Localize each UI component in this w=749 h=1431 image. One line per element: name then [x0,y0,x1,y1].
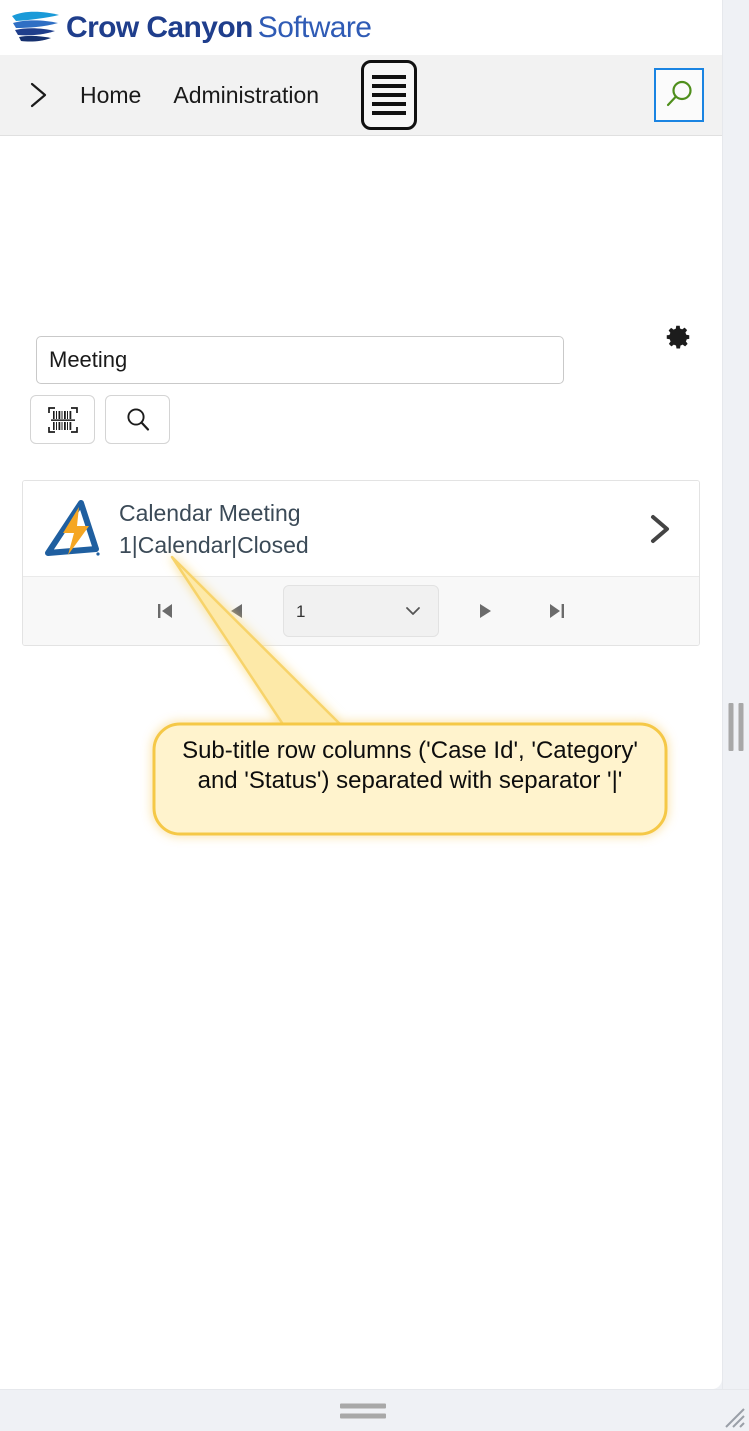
hamburger-line [372,75,407,79]
magnifier-icon [666,80,692,107]
search-input[interactable] [36,336,564,384]
brand-word-canyon: Canyon [146,10,253,44]
callout-shape [152,555,668,836]
brand-header: Crow Canyon Software [0,0,722,55]
gear-icon [666,325,690,349]
previous-page-button[interactable] [201,589,273,633]
search-field-wrapper [36,336,564,384]
magnifier-icon [126,407,149,431]
nav-link-home[interactable]: Home [80,82,141,109]
list-item-title: Calendar Meeting [119,499,301,526]
right-splitter-strip [722,0,749,1389]
grip-bar [728,703,734,751]
next-page-button[interactable] [449,589,521,633]
pagination-bar: 1 [23,577,699,645]
page-select[interactable]: 1 [283,585,439,637]
page-select-wrapper: 1 [283,585,439,637]
lightning-bolt-triangle-icon [45,499,100,556]
global-search-button[interactable] [654,68,704,122]
grip-bar [738,703,744,751]
horizontal-grip-icon[interactable] [340,1403,386,1418]
barcode-scanner-icon [47,406,78,433]
callout-text: Sub-title row columns ('Case Id', 'Categ… [182,737,638,794]
grip-bar [340,1413,386,1418]
hamburger-line [372,102,407,106]
last-page-button[interactable] [521,589,593,633]
hamburger-line [372,84,407,88]
brand-title: Crow Canyon Software [66,10,372,44]
first-page-icon [158,604,172,618]
previous-page-icon [231,604,242,618]
last-page-icon [550,604,564,618]
barcode-scan-button[interactable] [30,395,95,444]
chevron-right-icon[interactable] [26,80,52,110]
annotation-layer: Sub-title row columns ('Case Id', 'Categ… [0,136,722,1389]
list-item-subtitle: 1|Calendar|Closed [119,531,309,558]
resize-corner-icon[interactable] [720,1403,746,1429]
list-item-texts: Calendar Meeting 1|Calendar|Closed [119,497,643,561]
next-page-icon [480,604,491,618]
nav-link-administration[interactable]: Administration [173,82,319,109]
grip-bar [340,1403,386,1408]
hamburger-menu-button[interactable] [361,60,418,130]
search-results-card: Calendar Meeting 1|Calendar|Closed 1 [22,480,700,646]
search-submit-button[interactable] [105,395,170,444]
main-panel: Crow CanyonSoftware Home Administration [0,0,722,1389]
bottom-bar [0,1389,749,1431]
search-actions [30,395,170,444]
chevron-right-icon[interactable] [643,509,677,549]
app-window: Crow CanyonSoftware Home Administration [0,0,749,1431]
hamburger-line [372,111,407,115]
list-item[interactable]: Calendar Meeting 1|Calendar|Closed [23,481,699,577]
settings-button[interactable] [662,321,694,353]
brand-word-software: Software [257,10,372,44]
first-page-button[interactable] [129,589,201,633]
vertical-grip-icon[interactable] [728,703,744,751]
navigation-bar: Home Administration [0,55,722,136]
wave-swoosh-logo-icon [12,11,59,42]
hamburger-line [372,93,407,97]
brand-word-crow: Crow [66,10,139,44]
